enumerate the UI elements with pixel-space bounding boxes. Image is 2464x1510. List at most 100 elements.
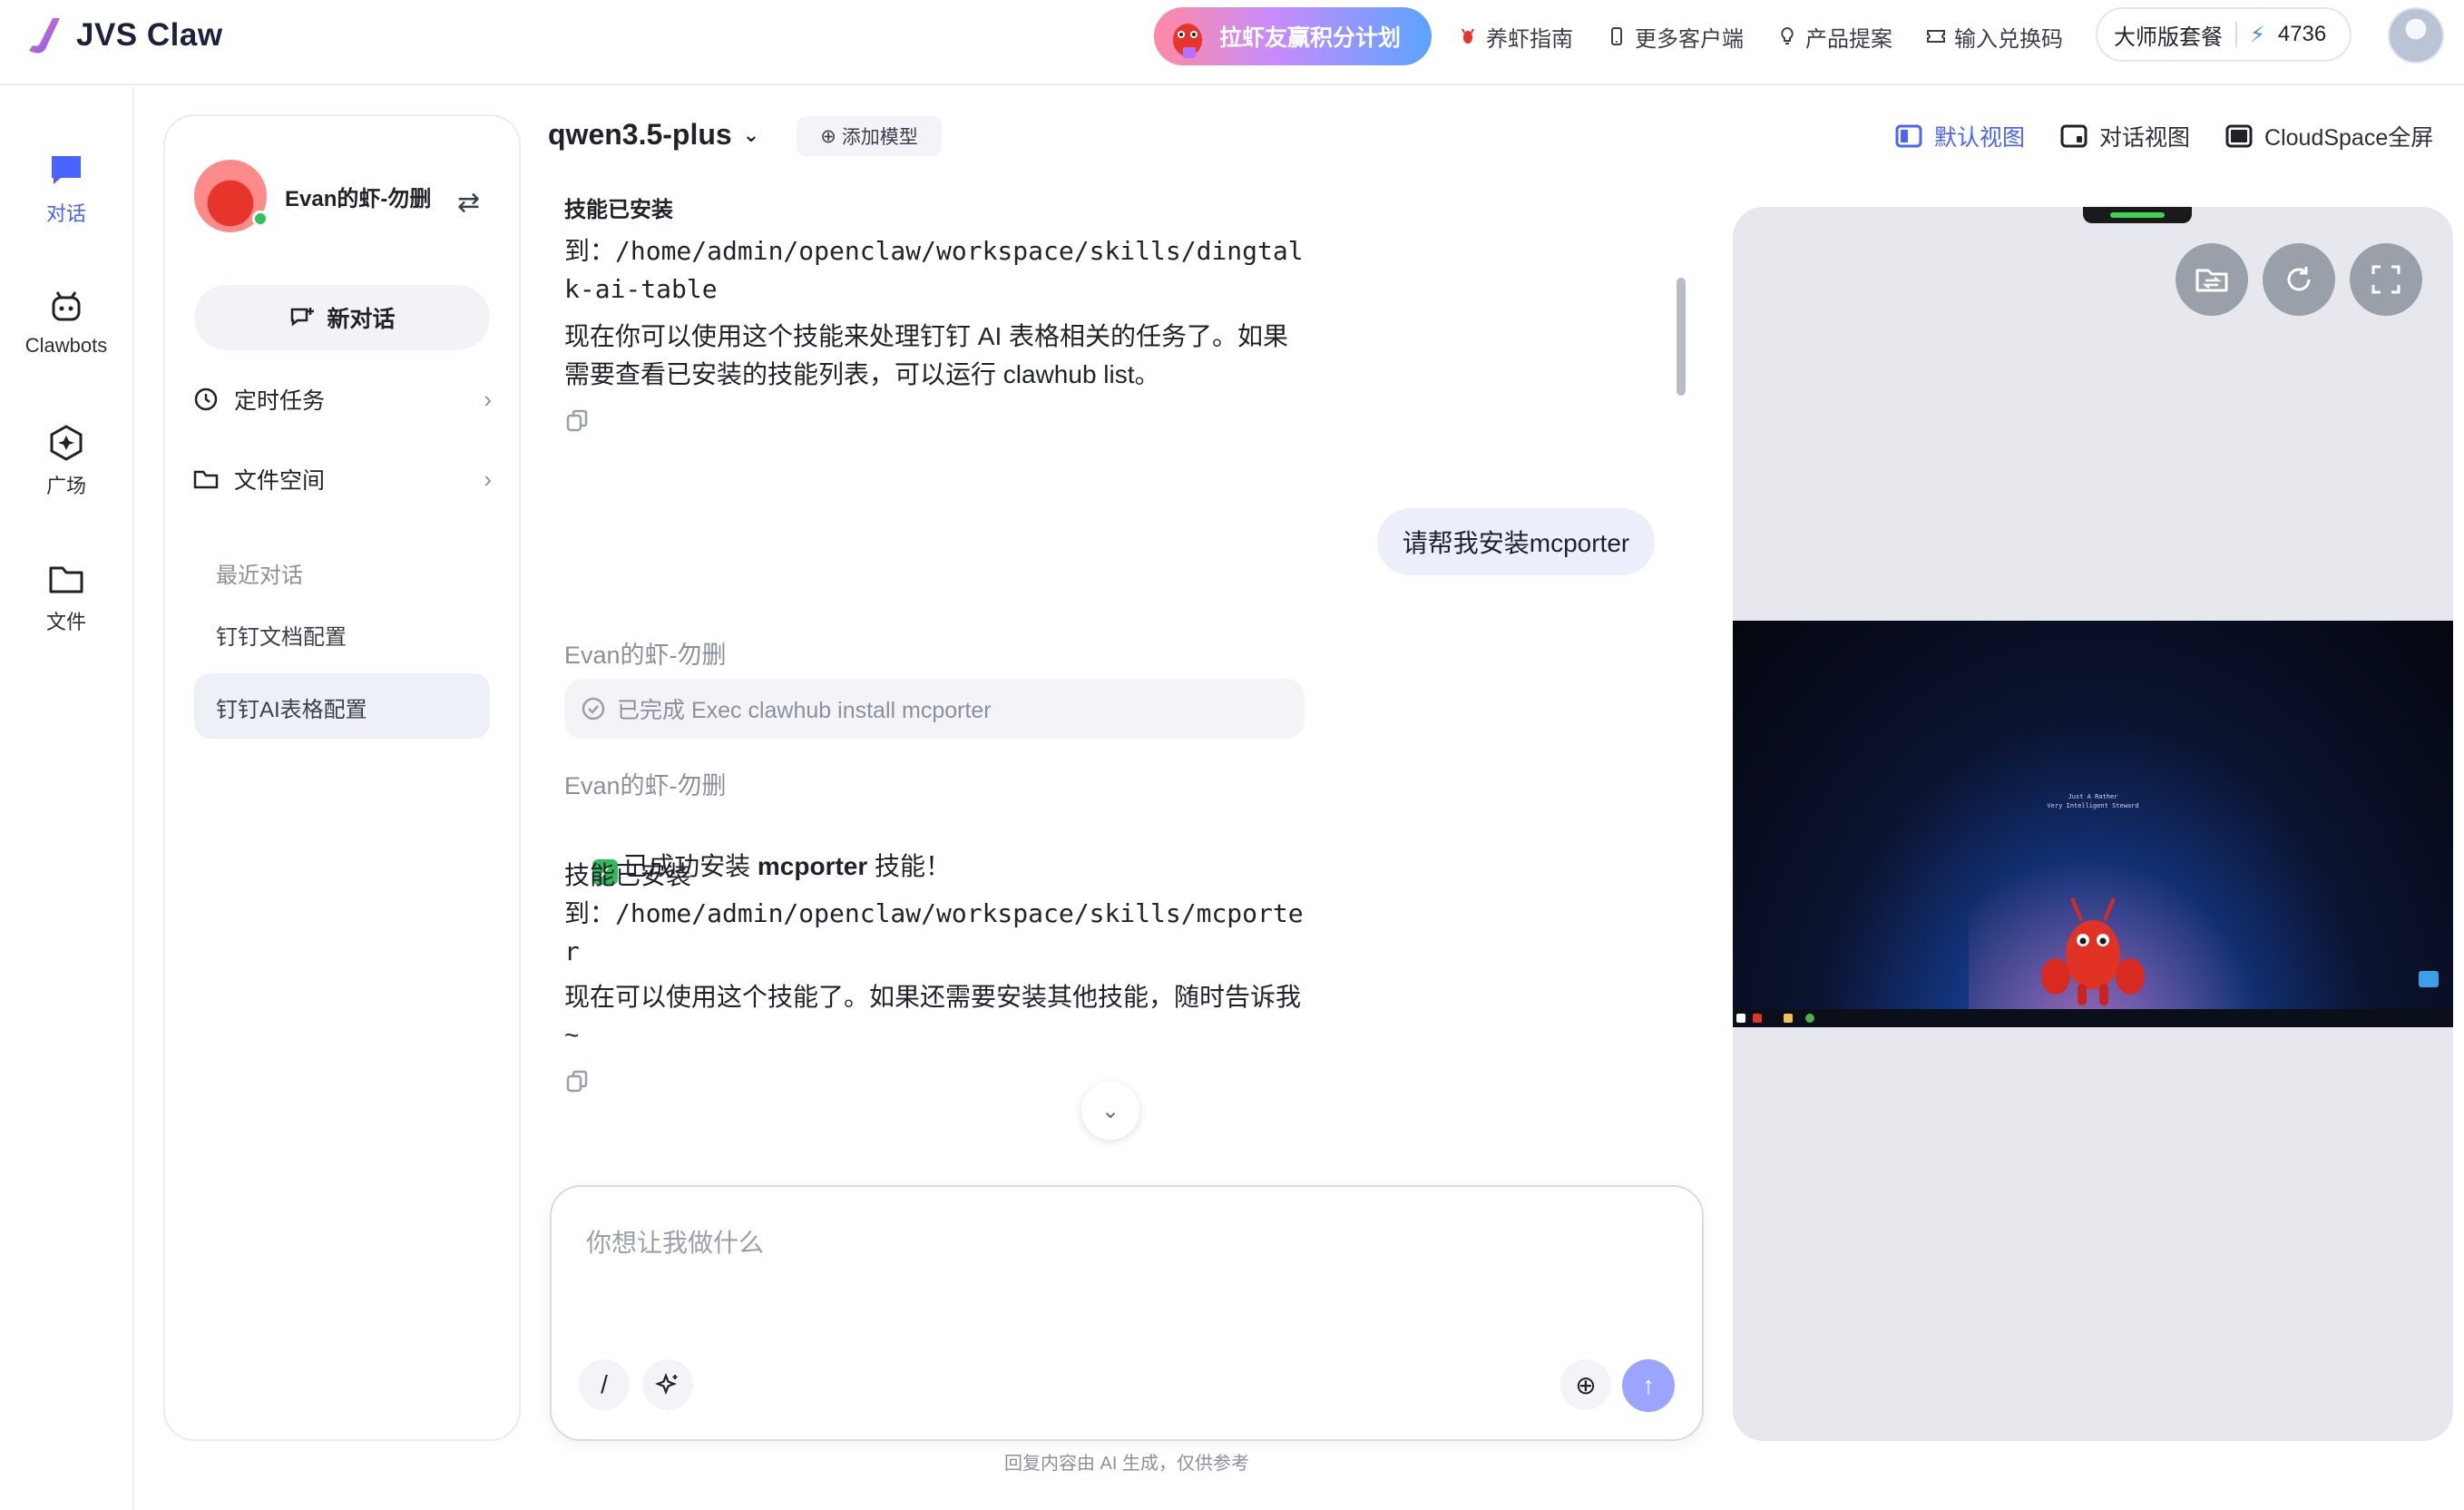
bot-avatar bbox=[194, 160, 269, 232]
tool-call-label: 已完成 Exec clawhub install mcporter bbox=[617, 698, 992, 723]
recent-chats-heading: 最近对话 bbox=[216, 564, 303, 588]
view-default-label: 默认视图 bbox=[1934, 125, 2026, 151]
app-title: JVS Claw bbox=[76, 17, 223, 53]
left-rail: 对话 Clawbots 广场 文件 bbox=[0, 87, 134, 1510]
new-chat-label: 新对话 bbox=[327, 307, 396, 332]
skill-name: mcporter bbox=[757, 852, 868, 880]
remote-desktop-screen[interactable]: Just A Rather Very Intelligent Steward bbox=[1733, 621, 2453, 1027]
plan-label: 大师版套餐 bbox=[2114, 25, 2223, 50]
refresh-button[interactable] bbox=[2263, 243, 2335, 316]
promo-banner-button[interactable]: 拉虾友赢积分计划 bbox=[1154, 7, 1432, 65]
slash-command-button[interactable]: / bbox=[579, 1359, 630, 1410]
fullscreen-button[interactable] bbox=[2350, 243, 2422, 316]
arrow-up-icon: ↑ bbox=[1642, 1371, 1655, 1399]
tool-call-status[interactable]: 已完成 Exec clawhub install mcporter bbox=[564, 679, 1305, 739]
nav-clients-label: 更多客户端 bbox=[1635, 26, 1744, 52]
promo-label: 拉虾友赢积分计划 bbox=[1219, 25, 1402, 51]
send-button[interactable]: ↑ bbox=[1622, 1359, 1675, 1412]
scroll-to-bottom-button[interactable]: ⌄ bbox=[1081, 1082, 1139, 1140]
message-text: 到：/home/admin/openclaw/workspace/skills/… bbox=[564, 898, 1304, 928]
online-indicator bbox=[252, 211, 269, 227]
view-cloudspace-button[interactable]: CloudSpace全屏 bbox=[2224, 120, 2433, 152]
message-text: 需要查看已安装的技能列表，可以运行 clawhub list。 bbox=[564, 360, 1160, 388]
sidebar-item-scheduled-tasks[interactable]: 定时任务 › bbox=[192, 379, 492, 419]
message-text: r bbox=[564, 936, 580, 966]
rail-item-plaza[interactable]: 广场 bbox=[0, 423, 132, 499]
phone-icon bbox=[1611, 27, 1622, 45]
rail-label-plaza: 广场 bbox=[45, 475, 86, 497]
points-value: 4736 bbox=[2277, 22, 2327, 46]
message-text: 技能已安装 bbox=[564, 198, 673, 222]
folder-icon bbox=[193, 470, 219, 489]
view-chat-button[interactable]: 对话视图 bbox=[2059, 120, 2190, 152]
app-logo[interactable]: JVS Claw bbox=[25, 16, 223, 54]
folder-icon bbox=[49, 566, 83, 593]
user-avatar[interactable] bbox=[2388, 7, 2444, 64]
message-text: 现在可以使用这个技能了。如果还需要安装其他技能，随时告诉我 bbox=[564, 983, 1302, 1011]
sidebar-item-file-space[interactable]: 文件空间 › bbox=[192, 459, 492, 499]
app-icon[interactable] bbox=[1753, 1014, 1762, 1023]
nav-proposal-link[interactable]: 产品提案 bbox=[1776, 21, 1892, 53]
ai-disclaimer: 回复内容由 AI 生成，仅供参考 bbox=[1003, 1454, 1249, 1474]
refresh-icon bbox=[2287, 267, 2311, 291]
browser-icon[interactable] bbox=[1805, 1014, 1814, 1023]
rail-item-files[interactable]: 文件 bbox=[0, 559, 132, 635]
user-message-bubble: 请帮我安装mcporter bbox=[1377, 508, 1655, 575]
rail-item-chat[interactable]: 对话 bbox=[0, 151, 132, 227]
view-default-button[interactable]: 默认视图 bbox=[1894, 120, 2025, 152]
attach-button[interactable]: ⊕ bbox=[1560, 1359, 1611, 1410]
new-chat-button[interactable]: 新对话 bbox=[194, 285, 490, 350]
desktop-caption: Very Intelligent Steward bbox=[2047, 802, 2139, 809]
message-text: ~ bbox=[564, 1021, 580, 1049]
add-model-button[interactable]: ⊕ 添加模型 bbox=[797, 116, 942, 156]
lobster-icon bbox=[1462, 28, 1474, 44]
recent-chat-item[interactable]: 钉钉文档配置 bbox=[216, 619, 347, 651]
folder-transfer-icon bbox=[2195, 269, 2228, 292]
recent-chat-item-label[interactable]: 钉钉AI表格配置 bbox=[216, 691, 367, 723]
lobster-mascot-image bbox=[2041, 897, 2145, 1005]
composer-input[interactable]: 你想让我做什么 bbox=[586, 1223, 764, 1260]
swap-icon[interactable]: ⇄ bbox=[457, 187, 480, 219]
nav-redeem-link[interactable]: 输入兑换码 bbox=[1925, 21, 2063, 53]
rail-item-clawbots[interactable]: Clawbots bbox=[0, 287, 132, 358]
view-chat-label: 对话视图 bbox=[2099, 125, 2191, 151]
plaza-icon bbox=[50, 425, 83, 461]
sparkle-icon bbox=[655, 1372, 678, 1396]
view-cloudspace-label: CloudSpace全屏 bbox=[2264, 125, 2434, 151]
bot-profile[interactable]: Evan的虾-勿删 bbox=[194, 160, 431, 232]
message-text: 到：/home/admin/openclaw/workspace/skills/… bbox=[564, 236, 1304, 266]
message-list[interactable]: 技能已安装 到：/home/admin/openclaw/workspace/s… bbox=[564, 192, 1689, 1163]
message-composer[interactable]: 你想让我做什么 / ⊕ ↑ bbox=[550, 1185, 1704, 1441]
model-name: qwen3.5-plus bbox=[548, 118, 732, 151]
files-icon[interactable] bbox=[1784, 1014, 1793, 1023]
plus-circle-icon: ⊕ bbox=[1575, 1370, 1597, 1399]
bot-name: Evan的虾-勿删 bbox=[285, 186, 432, 211]
success-suffix: 技能！ bbox=[867, 852, 952, 880]
model-selector[interactable]: qwen3.5-plus ⌄ bbox=[548, 118, 759, 152]
nav-guide-link[interactable]: 养虾指南 bbox=[1457, 21, 1573, 53]
copy-icon[interactable] bbox=[564, 408, 590, 434]
message-text: 现在你可以使用这个技能来处理钉钉 AI 表格相关的任务了。如果 bbox=[564, 322, 1289, 350]
remote-taskbar bbox=[1733, 1009, 2453, 1027]
plan-badge[interactable]: 大师版套餐 ⚡ 4736 bbox=[2096, 7, 2352, 62]
desktop-shortcut-icon[interactable] bbox=[2419, 971, 2439, 987]
nav-proposal-label: 产品提案 bbox=[1805, 26, 1892, 52]
chevron-right-icon: › bbox=[484, 465, 492, 493]
message-scrollbar[interactable] bbox=[1677, 278, 1686, 396]
copy-icon[interactable] bbox=[564, 1069, 590, 1094]
nav-clients-link[interactable]: 更多客户端 bbox=[1606, 21, 1744, 53]
logo-icon bbox=[29, 18, 60, 54]
expand-icon bbox=[2371, 265, 2400, 294]
magic-button[interactable] bbox=[642, 1359, 693, 1410]
scheduled-tasks-label: 定时任务 bbox=[234, 388, 326, 414]
new-chat-icon bbox=[291, 308, 315, 327]
rail-label-files: 文件 bbox=[45, 611, 86, 633]
clock-icon bbox=[194, 387, 218, 411]
device-notch bbox=[2083, 207, 2192, 223]
file-transfer-button[interactable] bbox=[2176, 243, 2248, 316]
ticket-icon bbox=[1927, 30, 1945, 43]
add-model-label: 添加模型 bbox=[841, 127, 918, 148]
desktop-caption: Just A Rather bbox=[2068, 793, 2118, 800]
plan-divider bbox=[2235, 22, 2237, 47]
start-icon[interactable] bbox=[1736, 1014, 1745, 1023]
